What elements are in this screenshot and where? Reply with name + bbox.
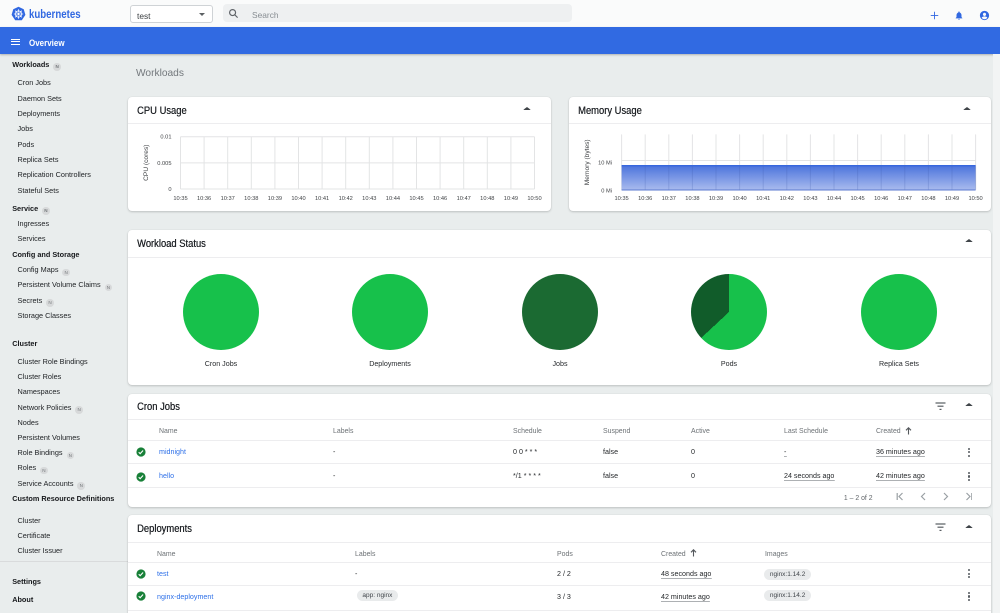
svg-text:10:45: 10:45 (850, 196, 864, 202)
svg-text:10:38: 10:38 (685, 196, 699, 202)
svg-text:10:42: 10:42 (780, 196, 794, 202)
svg-text:10:50: 10:50 (527, 196, 541, 202)
svg-text:10:49: 10:49 (945, 196, 959, 202)
svg-text:10:44: 10:44 (827, 196, 841, 202)
svg-text:10:45: 10:45 (409, 196, 423, 202)
svg-text:10:46: 10:46 (433, 196, 447, 202)
svg-text:10:36: 10:36 (638, 196, 652, 202)
svg-text:10:43: 10:43 (362, 196, 376, 202)
svg-text:10:41: 10:41 (756, 196, 770, 202)
svg-text:0.005: 0.005 (157, 161, 171, 167)
svg-text:10:40: 10:40 (732, 196, 746, 202)
svg-text:10:36: 10:36 (197, 196, 211, 202)
svg-text:10:35: 10:35 (614, 196, 628, 202)
svg-text:10:37: 10:37 (221, 196, 235, 202)
svg-text:10:50: 10:50 (968, 196, 982, 202)
svg-text:0 Mi: 0 Mi (601, 189, 612, 195)
svg-text:10:39: 10:39 (268, 196, 282, 202)
svg-text:10:49: 10:49 (504, 196, 518, 202)
svg-text:CPU (cores): CPU (cores) (143, 145, 150, 181)
svg-text:10:48: 10:48 (480, 196, 494, 202)
svg-text:10:41: 10:41 (315, 196, 329, 202)
svg-text:0.01: 0.01 (160, 135, 171, 141)
svg-text:10:39: 10:39 (709, 196, 723, 202)
svg-text:0: 0 (168, 187, 171, 193)
svg-text:10:38: 10:38 (244, 196, 258, 202)
svg-text:10:42: 10:42 (339, 196, 353, 202)
svg-text:10:35: 10:35 (173, 196, 187, 202)
svg-text:10:48: 10:48 (921, 196, 935, 202)
svg-text:10:37: 10:37 (662, 196, 676, 202)
svg-text:10:47: 10:47 (898, 196, 912, 202)
svg-text:10 Mi: 10 Mi (598, 161, 612, 167)
svg-text:10:40: 10:40 (291, 196, 305, 202)
svg-text:Memory (bytes): Memory (bytes) (584, 140, 591, 186)
svg-text:10:46: 10:46 (874, 196, 888, 202)
svg-text:10:44: 10:44 (386, 196, 400, 202)
svg-text:10:47: 10:47 (457, 196, 471, 202)
svg-text:10:43: 10:43 (803, 196, 817, 202)
